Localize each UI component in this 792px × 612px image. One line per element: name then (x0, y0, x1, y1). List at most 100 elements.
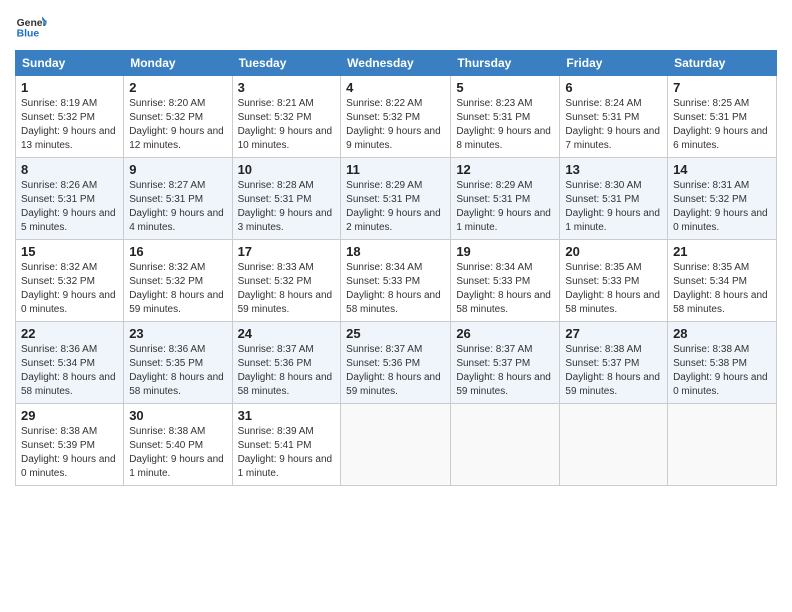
table-row: 29Sunrise: 8:38 AMSunset: 5:39 PMDayligh… (16, 404, 124, 486)
table-row: 24 Sunrise: 8:37 AMSunset: 5:36 PMDayligh… (232, 322, 341, 404)
day-info: Sunrise: 8:30 AMSunset: 5:31 PMDaylight:… (565, 179, 662, 235)
day-info: Sunrise: 8:26 AMSunset: 5:31 PMDaylight:… (21, 179, 118, 235)
day-info: Sunrise: 8:20 AMSunset: 5:32 PMDaylight:… (129, 97, 226, 153)
logo-icon: General Blue (15, 10, 47, 42)
table-row (668, 404, 777, 486)
day-info: Sunrise: 8:29 AMSunset: 5:31 PMDaylight:… (346, 179, 445, 235)
calendar-header-row: Sunday Monday Tuesday Wednesday Thursday… (16, 51, 777, 76)
table-row: 3 Sunrise: 8:21 AMSunset: 5:32 PMDaylight… (232, 76, 341, 158)
day-info: Sunrise: 8:22 AMSunset: 5:32 PMDaylight:… (346, 97, 445, 153)
day-info: Sunrise: 8:38 AMSunset: 5:39 PMDaylight:… (21, 425, 118, 481)
day-number: 23 (129, 326, 226, 341)
table-row (341, 404, 451, 486)
table-row: 15 Sunrise: 8:32 AMSunset: 5:32 PMDayligh… (16, 240, 124, 322)
day-info: Sunrise: 8:39 AMSunset: 5:41 PMDaylight:… (238, 425, 336, 481)
day-number: 18 (346, 244, 445, 259)
day-number: 16 (129, 244, 226, 259)
table-row: 13 Sunrise: 8:30 AMSunset: 5:31 PMDayligh… (560, 158, 668, 240)
col-monday: Monday (124, 51, 232, 76)
svg-text:Blue: Blue (17, 28, 40, 39)
table-row (560, 404, 668, 486)
logo: General Blue (15, 10, 51, 42)
day-number: 15 (21, 244, 118, 259)
day-info: Sunrise: 8:27 AMSunset: 5:31 PMDaylight:… (129, 179, 226, 235)
day-number: 19 (456, 244, 554, 259)
day-number: 5 (456, 80, 554, 95)
day-number: 2 (129, 80, 226, 95)
col-saturday: Saturday (668, 51, 777, 76)
table-row: 31 Sunrise: 8:39 AMSunset: 5:41 PMDayligh… (232, 404, 341, 486)
header: General Blue (15, 10, 777, 42)
table-row: 4 Sunrise: 8:22 AMSunset: 5:32 PMDaylight… (341, 76, 451, 158)
table-row: 1Sunrise: 8:19 AMSunset: 5:32 PMDaylight… (16, 76, 124, 158)
day-number: 7 (673, 80, 771, 95)
table-row: 8Sunrise: 8:26 AMSunset: 5:31 PMDaylight… (16, 158, 124, 240)
day-number: 30 (129, 408, 226, 423)
day-number: 3 (238, 80, 336, 95)
day-info: Sunrise: 8:31 AMSunset: 5:32 PMDaylight:… (673, 179, 771, 235)
day-info: Sunrise: 8:32 AMSunset: 5:32 PMDaylight:… (21, 261, 118, 317)
day-info: Sunrise: 8:32 AMSunset: 5:32 PMDaylight:… (129, 261, 226, 317)
day-info: Sunrise: 8:38 AMSunset: 5:38 PMDaylight:… (673, 343, 771, 399)
day-number: 26 (456, 326, 554, 341)
table-row (451, 404, 560, 486)
day-info: Sunrise: 8:25 AMSunset: 5:31 PMDaylight:… (673, 97, 771, 153)
day-info: Sunrise: 8:38 AMSunset: 5:37 PMDaylight:… (565, 343, 662, 399)
table-row: 20Sunrise: 8:35 AMSunset: 5:33 PMDayligh… (560, 240, 668, 322)
day-info: Sunrise: 8:37 AMSunset: 5:36 PMDaylight:… (238, 343, 336, 399)
table-row: 25Sunrise: 8:37 AMSunset: 5:36 PMDayligh… (341, 322, 451, 404)
day-number: 13 (565, 162, 662, 177)
col-thursday: Thursday (451, 51, 560, 76)
day-info: Sunrise: 8:35 AMSunset: 5:33 PMDaylight:… (565, 261, 662, 317)
day-info: Sunrise: 8:37 AMSunset: 5:37 PMDaylight:… (456, 343, 554, 399)
day-number: 9 (129, 162, 226, 177)
day-number: 28 (673, 326, 771, 341)
table-row: 30 Sunrise: 8:38 AMSunset: 5:40 PMDayligh… (124, 404, 232, 486)
col-friday: Friday (560, 51, 668, 76)
day-info: Sunrise: 8:34 AMSunset: 5:33 PMDaylight:… (456, 261, 554, 317)
day-number: 1 (21, 80, 118, 95)
table-row: 22Sunrise: 8:36 AMSunset: 5:34 PMDayligh… (16, 322, 124, 404)
calendar: Sunday Monday Tuesday Wednesday Thursday… (15, 50, 777, 486)
table-row: 9 Sunrise: 8:27 AMSunset: 5:31 PMDaylight… (124, 158, 232, 240)
day-number: 22 (21, 326, 118, 341)
col-wednesday: Wednesday (341, 51, 451, 76)
day-number: 14 (673, 162, 771, 177)
table-row: 11 Sunrise: 8:29 AMSunset: 5:31 PMDayligh… (341, 158, 451, 240)
table-row: 17Sunrise: 8:33 AMSunset: 5:32 PMDayligh… (232, 240, 341, 322)
day-info: Sunrise: 8:38 AMSunset: 5:40 PMDaylight:… (129, 425, 226, 481)
table-row: 27 Sunrise: 8:38 AMSunset: 5:37 PMDayligh… (560, 322, 668, 404)
day-number: 17 (238, 244, 336, 259)
calendar-week-row: 29Sunrise: 8:38 AMSunset: 5:39 PMDayligh… (16, 404, 777, 486)
col-tuesday: Tuesday (232, 51, 341, 76)
day-info: Sunrise: 8:24 AMSunset: 5:31 PMDaylight:… (565, 97, 662, 153)
day-info: Sunrise: 8:28 AMSunset: 5:31 PMDaylight:… (238, 179, 336, 235)
table-row: 23Sunrise: 8:36 AMSunset: 5:35 PMDayligh… (124, 322, 232, 404)
calendar-week-row: 8Sunrise: 8:26 AMSunset: 5:31 PMDaylight… (16, 158, 777, 240)
day-number: 31 (238, 408, 336, 423)
day-info: Sunrise: 8:23 AMSunset: 5:31 PMDaylight:… (456, 97, 554, 153)
day-info: Sunrise: 8:21 AMSunset: 5:32 PMDaylight:… (238, 97, 336, 153)
table-row: 16 Sunrise: 8:32 AMSunset: 5:32 PMDayligh… (124, 240, 232, 322)
table-row: 19 Sunrise: 8:34 AMSunset: 5:33 PMDayligh… (451, 240, 560, 322)
day-number: 24 (238, 326, 336, 341)
day-number: 4 (346, 80, 445, 95)
day-number: 10 (238, 162, 336, 177)
day-number: 11 (346, 162, 445, 177)
table-row: 10 Sunrise: 8:28 AMSunset: 5:31 PMDayligh… (232, 158, 341, 240)
main-container: General Blue Sunday Monday Tuesday Wedne… (0, 0, 792, 496)
table-row: 6 Sunrise: 8:24 AMSunset: 5:31 PMDaylight… (560, 76, 668, 158)
table-row: 14 Sunrise: 8:31 AMSunset: 5:32 PMDayligh… (668, 158, 777, 240)
table-row: 21 Sunrise: 8:35 AMSunset: 5:34 PMDayligh… (668, 240, 777, 322)
table-row: 28 Sunrise: 8:38 AMSunset: 5:38 PMDayligh… (668, 322, 777, 404)
day-info: Sunrise: 8:35 AMSunset: 5:34 PMDaylight:… (673, 261, 771, 317)
day-number: 6 (565, 80, 662, 95)
day-number: 25 (346, 326, 445, 341)
table-row: 12Sunrise: 8:29 AMSunset: 5:31 PMDayligh… (451, 158, 560, 240)
day-number: 12 (456, 162, 554, 177)
day-number: 21 (673, 244, 771, 259)
table-row: 18Sunrise: 8:34 AMSunset: 5:33 PMDayligh… (341, 240, 451, 322)
table-row: 7 Sunrise: 8:25 AMSunset: 5:31 PMDaylight… (668, 76, 777, 158)
col-sunday: Sunday (16, 51, 124, 76)
day-number: 27 (565, 326, 662, 341)
